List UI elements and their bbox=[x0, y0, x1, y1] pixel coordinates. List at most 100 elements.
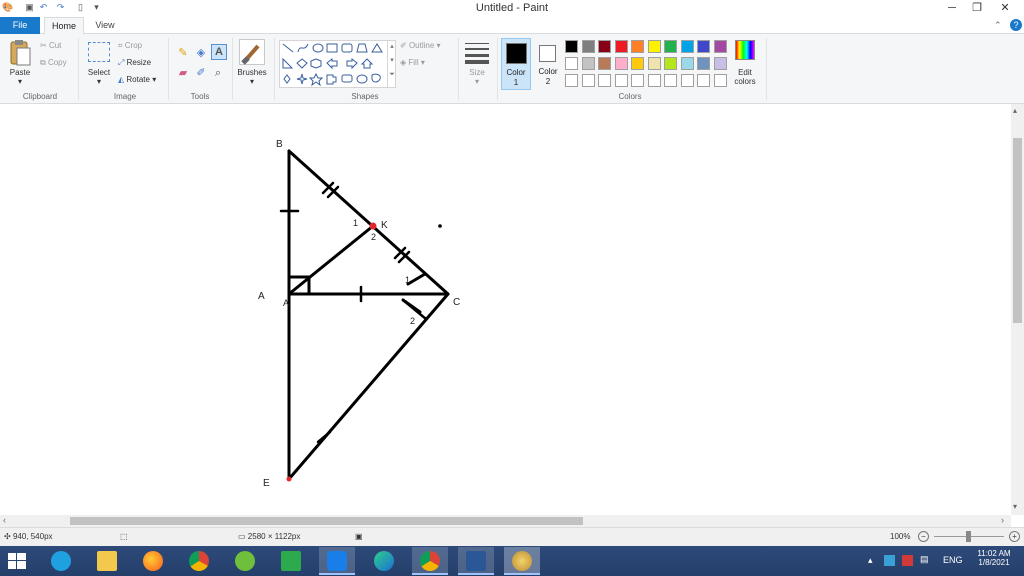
taskbar-firefox[interactable] bbox=[135, 547, 171, 575]
pencil-icon[interactable]: ✎ bbox=[176, 46, 190, 60]
taskbar-internet-explorer[interactable] bbox=[43, 547, 79, 575]
select-icon[interactable] bbox=[88, 42, 110, 62]
size-button[interactable]: Size bbox=[462, 68, 492, 77]
tab-home[interactable]: Home bbox=[44, 17, 84, 35]
magnifier-icon[interactable]: ⌕ bbox=[211, 66, 225, 80]
brushes-dropdown-icon[interactable]: ▾ bbox=[234, 77, 270, 86]
scroll-left-icon[interactable]: ‹ bbox=[3, 515, 6, 525]
color-swatch[interactable] bbox=[664, 57, 677, 70]
show-hidden-icons[interactable]: ▴ bbox=[868, 555, 873, 566]
color-swatch[interactable] bbox=[565, 74, 578, 87]
color-swatch[interactable] bbox=[664, 40, 677, 53]
size-icon[interactable] bbox=[464, 42, 490, 64]
color-swatch[interactable] bbox=[697, 74, 710, 87]
resize-button[interactable]: ⤢ Resize bbox=[118, 58, 151, 68]
color-swatch[interactable] bbox=[614, 74, 628, 87]
color-swatch[interactable] bbox=[598, 57, 611, 70]
taskbar-chrome[interactable] bbox=[181, 547, 217, 575]
taskbar-zalo[interactable] bbox=[319, 547, 355, 575]
select-dropdown-icon[interactable]: ▾ bbox=[83, 77, 115, 86]
tab-file[interactable]: File bbox=[0, 17, 40, 34]
maximize-button[interactable]: ❐ bbox=[965, 0, 989, 17]
color-swatch[interactable] bbox=[614, 40, 628, 53]
color-swatch[interactable] bbox=[713, 40, 727, 53]
color-swatch[interactable] bbox=[565, 40, 578, 53]
paste-button[interactable]: Paste bbox=[6, 68, 34, 77]
scroll-down-icon[interactable]: ▾ bbox=[1013, 502, 1017, 511]
paste-dropdown-icon[interactable]: ▾ bbox=[6, 77, 34, 86]
text-tool-icon[interactable]: A bbox=[211, 44, 227, 60]
taskbar-paint[interactable] bbox=[504, 547, 540, 575]
drawing-canvas[interactable]: B K A A C E 1 2 1 2 bbox=[0, 104, 1011, 515]
color-swatch[interactable] bbox=[647, 57, 661, 70]
brushes-icon[interactable] bbox=[239, 39, 265, 65]
color-swatch[interactable] bbox=[713, 57, 727, 70]
horizontal-scroll-thumb[interactable] bbox=[70, 517, 583, 525]
tab-view[interactable]: View bbox=[88, 17, 122, 34]
fill-bucket-icon[interactable]: ◈ bbox=[194, 46, 208, 60]
color-swatch[interactable] bbox=[565, 57, 578, 70]
clock[interactable]: 11:02 AM 1/8/2021 bbox=[972, 549, 1016, 567]
color-swatch[interactable] bbox=[664, 74, 677, 87]
minimize-button[interactable]: ─ bbox=[940, 0, 964, 17]
zoom-slider-thumb[interactable] bbox=[966, 531, 971, 542]
color-swatch[interactable] bbox=[598, 40, 611, 53]
vertical-scrollbar[interactable]: ▴ ▾ bbox=[1011, 104, 1024, 515]
antivirus-icon[interactable] bbox=[902, 555, 913, 566]
size-dropdown-icon[interactable]: ▾ bbox=[462, 77, 492, 86]
taskbar-file-explorer[interactable] bbox=[89, 547, 125, 575]
color-swatch[interactable] bbox=[697, 40, 710, 53]
color-swatch[interactable] bbox=[631, 57, 644, 70]
taskbar-store[interactable] bbox=[273, 547, 309, 575]
taskbar-app-green[interactable] bbox=[227, 547, 263, 575]
vertical-scroll-thumb[interactable] bbox=[1013, 138, 1022, 323]
zoom-out-button[interactable]: − bbox=[918, 531, 929, 542]
color-swatch[interactable] bbox=[680, 74, 694, 87]
color-swatch[interactable] bbox=[680, 40, 694, 53]
language-indicator[interactable]: ENG bbox=[943, 555, 963, 565]
color-swatch[interactable] bbox=[647, 40, 661, 53]
paste-icon[interactable] bbox=[8, 40, 32, 68]
taskbar-edge[interactable] bbox=[366, 547, 402, 575]
shapes-gallery[interactable] bbox=[279, 40, 396, 88]
color-swatch[interactable] bbox=[631, 40, 644, 53]
tray-app-icon[interactable] bbox=[884, 555, 895, 566]
horizontal-scrollbar[interactable]: ‹ › bbox=[0, 515, 1011, 527]
scroll-up-icon[interactable]: ▴ bbox=[1013, 106, 1017, 115]
color-swatch[interactable] bbox=[680, 57, 694, 70]
color-swatch[interactable] bbox=[614, 57, 628, 70]
color-swatch[interactable] bbox=[713, 74, 727, 87]
zoom-in-button[interactable]: + bbox=[1009, 531, 1020, 542]
rotate-button[interactable]: ◭ Rotate ▾ bbox=[118, 75, 156, 84]
color-swatch[interactable] bbox=[631, 74, 644, 87]
color-swatch[interactable] bbox=[581, 74, 595, 87]
image-group-label: Image bbox=[113, 92, 137, 101]
fill-button[interactable]: ◈ Fill ▾ bbox=[400, 58, 425, 67]
color1-selector[interactable]: Color 1 bbox=[501, 38, 531, 90]
cut-button[interactable]: ✂ Cut bbox=[40, 41, 61, 50]
color-swatch[interactable] bbox=[581, 57, 595, 70]
crop-button[interactable]: ⌗ Crop bbox=[118, 41, 142, 51]
color2-selector[interactable]: Color 2 bbox=[533, 38, 563, 90]
brushes-button[interactable]: Brushes bbox=[234, 68, 270, 77]
color-swatch[interactable] bbox=[697, 57, 710, 70]
copy-button[interactable]: ⧉ Copy bbox=[40, 58, 67, 68]
collapse-ribbon-icon[interactable]: ⌃ bbox=[994, 20, 1002, 31]
windows-start-icon[interactable] bbox=[8, 553, 26, 569]
close-button[interactable]: ✕ bbox=[993, 0, 1017, 17]
network-icon[interactable]: ▤ bbox=[920, 554, 929, 565]
shapes-scroll[interactable]: ▴ ▾ ⏷ bbox=[387, 40, 396, 88]
scroll-right-icon[interactable]: › bbox=[1001, 515, 1004, 525]
outline-button[interactable]: ✐ Outline ▾ bbox=[400, 41, 441, 50]
help-icon[interactable]: ? bbox=[1010, 19, 1022, 31]
color-picker-icon[interactable]: ✐ bbox=[194, 66, 208, 80]
color-swatch[interactable] bbox=[647, 74, 661, 87]
color-swatch[interactable] bbox=[598, 74, 611, 87]
edit-colors-button[interactable]: Edit colors bbox=[729, 68, 761, 86]
eraser-icon[interactable]: ▰ bbox=[176, 66, 190, 80]
taskbar-chrome-2[interactable] bbox=[412, 547, 448, 575]
color-swatch[interactable] bbox=[581, 40, 595, 53]
taskbar-word[interactable] bbox=[458, 547, 494, 575]
select-button[interactable]: Select bbox=[83, 68, 115, 77]
edit-colors-icon[interactable] bbox=[735, 40, 755, 60]
